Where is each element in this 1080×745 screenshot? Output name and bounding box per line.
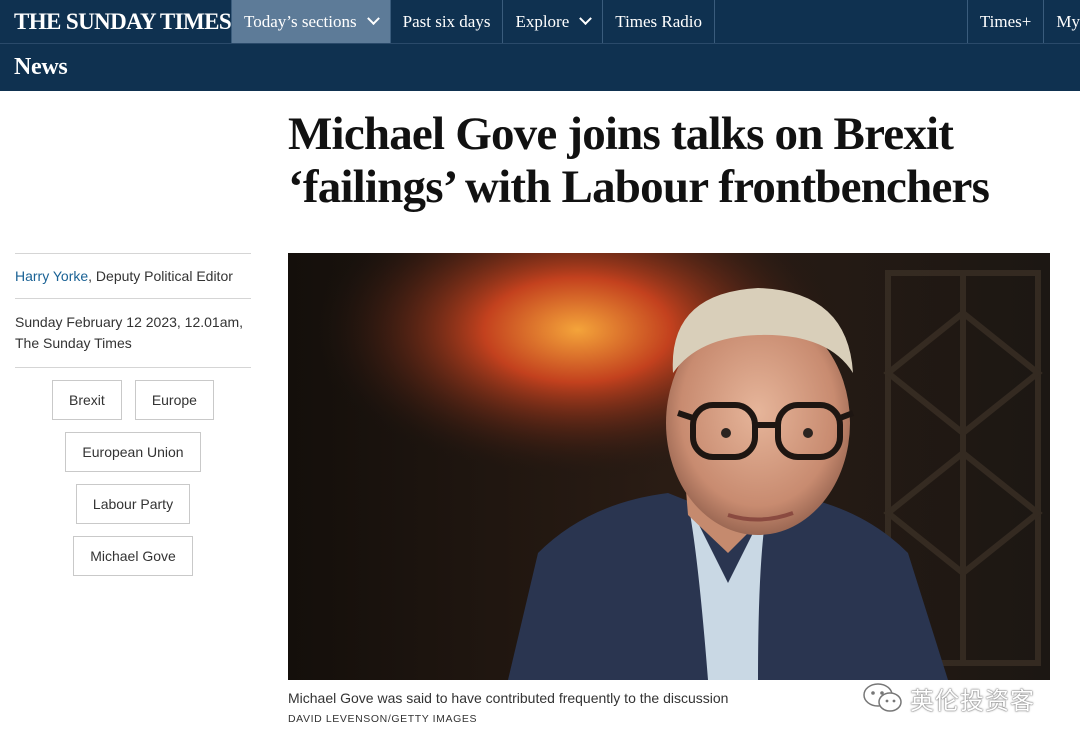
nav-explore[interactable]: Explore [503,0,604,43]
image-caption: Michael Gove was said to have contribute… [288,690,729,706]
nav-my-account[interactable]: My [1044,0,1080,43]
watermark: 英伦投资客 [862,678,1035,718]
chevron-down-icon [366,12,380,26]
tag-european-union[interactable]: European Union [65,432,201,472]
nav-past-six-days[interactable]: Past six days [391,0,504,43]
publish-date: Sunday February 12 2023, 12.01am, [15,314,244,330]
tag-labour-party[interactable]: Labour Party [75,484,191,524]
nav-todays-sections[interactable]: Today’s sections [232,0,391,43]
section-bar: News [0,44,1080,91]
chevron-down-icon [579,12,593,26]
tag-michael-gove[interactable]: Michael Gove [73,536,193,576]
nav-past-six-days-label: Past six days [402,11,491,31]
nav-spacer [715,0,968,43]
nav-times-plus[interactable]: Times+ [968,0,1045,43]
tag-brexit[interactable]: Brexit [52,380,122,420]
author-link[interactable]: Harry Yorke [15,268,88,284]
topic-tags: Brexit Europe European Union Labour Part… [15,368,251,588]
article-hero-image[interactable] [288,253,1050,680]
image-credit: DAVID LEVENSON/GETTY IMAGES [288,713,478,725]
wechat-icon [863,683,902,712]
nav-times-radio[interactable]: Times Radio [603,0,716,43]
article-headline: Michael Gove joins talks on Brexit ‘fail… [288,108,1068,214]
top-navigation: THE SUNDAY TIMES Today’s sections Past s… [0,0,1080,44]
headline-line-1: Michael Gove joins talks on Brexit [288,108,954,160]
tag-europe[interactable]: Europe [134,380,214,420]
section-title[interactable]: News [14,54,68,81]
nav-explore-label: Explore [515,11,570,31]
article-meta-sidebar: Harry Yorke, Deputy Political Editor Sun… [15,253,251,588]
watermark-text: 英伦投资客 [910,686,1035,715]
nav-times-radio-label: Times Radio [615,11,703,31]
site-logo[interactable]: THE SUNDAY TIMES [0,0,232,43]
publication-name: The Sunday Times [15,335,132,351]
byline: Harry Yorke, Deputy Political Editor [15,254,251,298]
nav-todays-sections-label: Today’s sections [244,11,357,31]
dateline: Sunday February 12 2023, 12.01am, The Su… [15,299,251,367]
author-role: , Deputy Political Editor [88,268,233,284]
headline-line-2: ‘failings’ with Labour frontbenchers [288,161,990,213]
portrait-photo [288,253,1050,680]
